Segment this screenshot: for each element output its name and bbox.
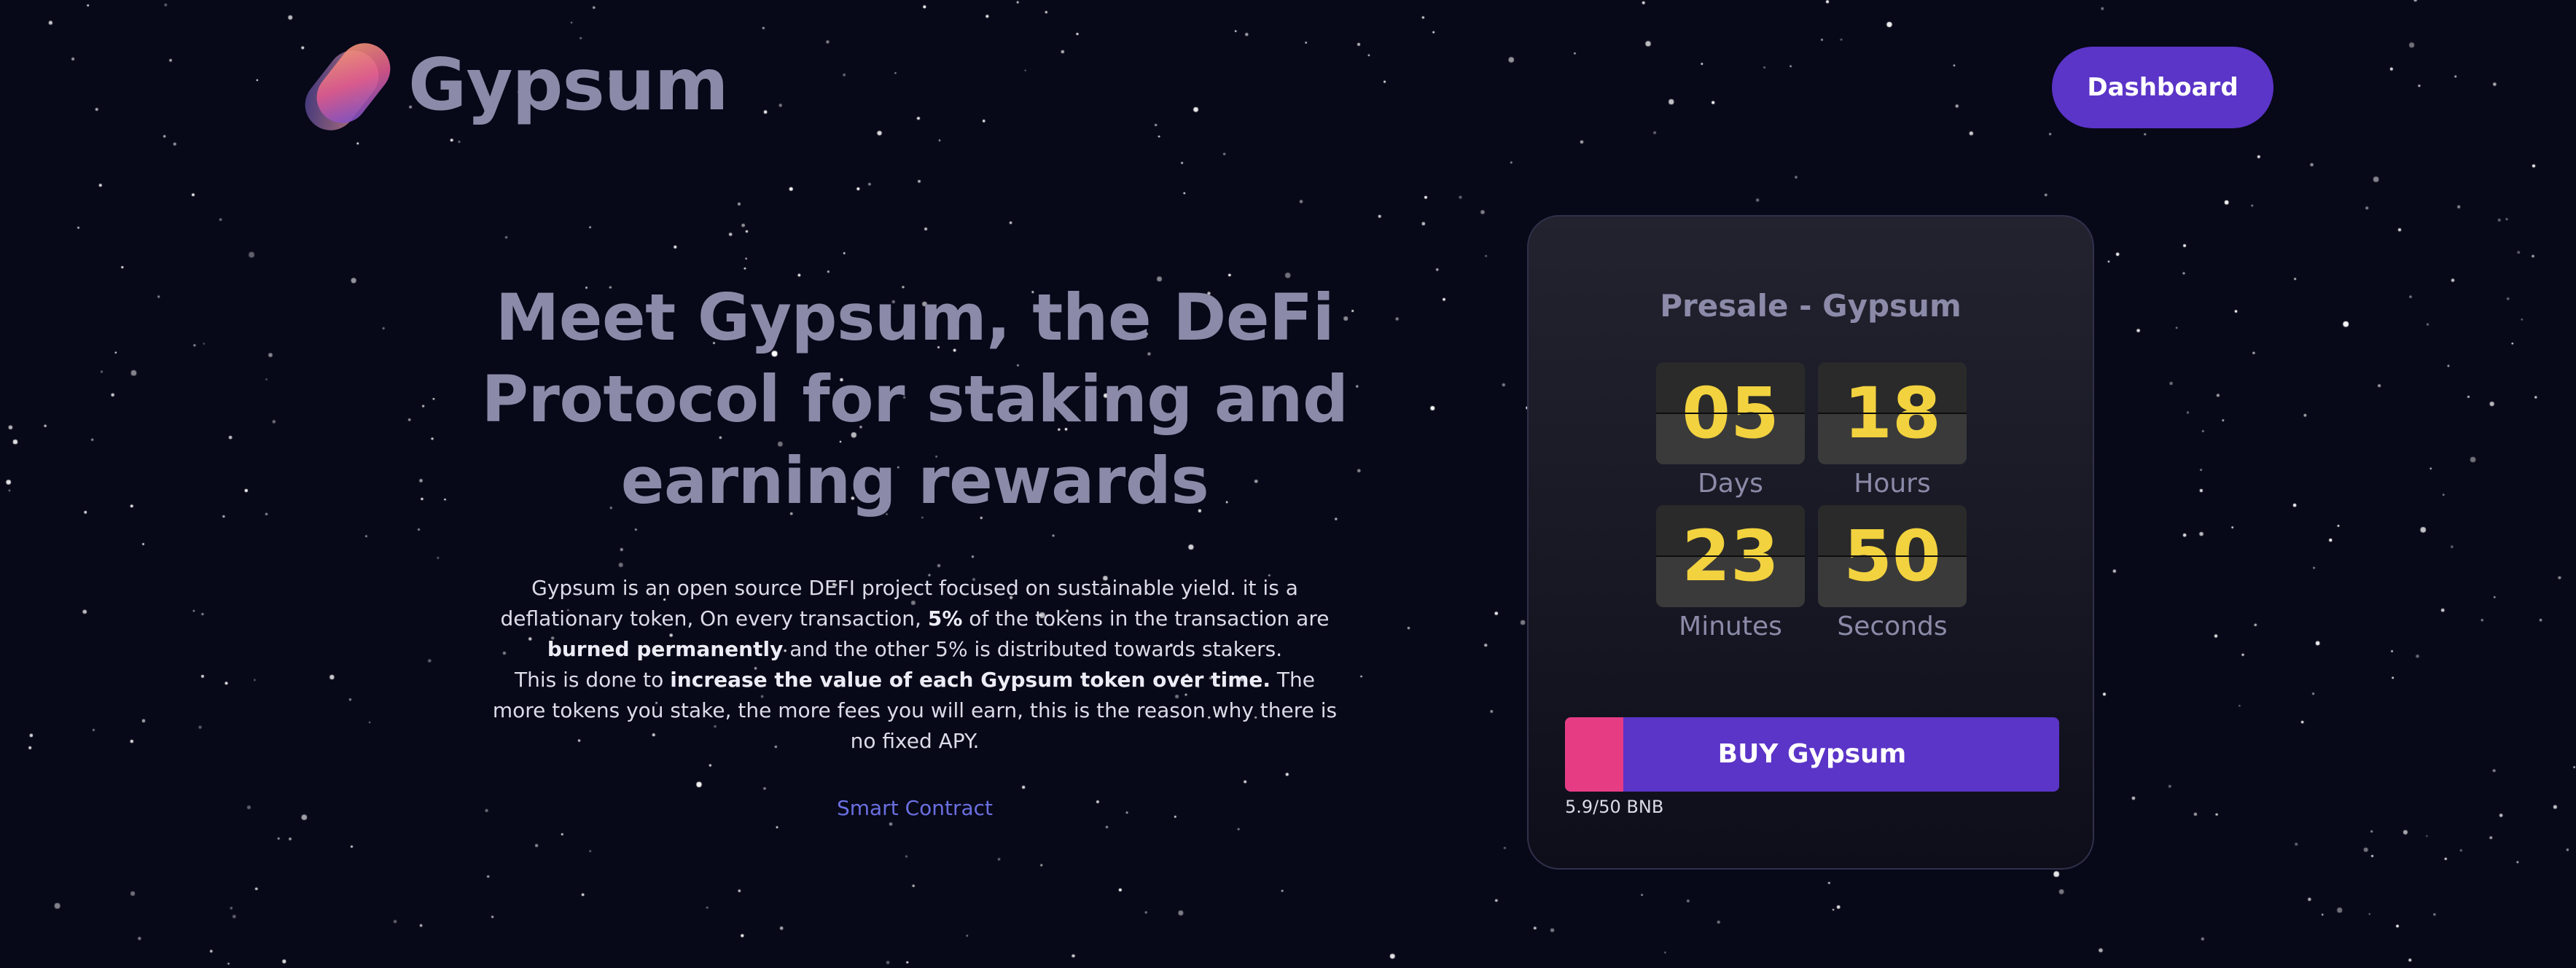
countdown-value: 50	[1843, 515, 1941, 597]
brand-logo[interactable]: Gypsum	[300, 38, 729, 133]
description-text: of the tokens in the transaction are	[962, 606, 1330, 631]
countdown-value: 18	[1843, 372, 1941, 454]
countdown-label: Minutes	[1679, 612, 1782, 641]
countdown-value: 05	[1682, 372, 1779, 454]
brand-name: Gypsum	[408, 44, 729, 127]
description-text: and the other 5% is distributed towards …	[783, 637, 1283, 661]
countdown-days: 05 Days	[1656, 362, 1805, 499]
gypsum-logo-icon	[305, 43, 391, 130]
presale-card: Presale - Gypsum 05 Days 18 Hours 23 Min…	[1527, 215, 2094, 870]
raised-amount: 5.9/50 BNB	[1565, 797, 1664, 817]
presale-title: Presale - Gypsum	[1660, 288, 1962, 324]
flip-card: 23	[1656, 505, 1805, 607]
dashboard-button[interactable]: Dashboard	[2052, 47, 2273, 128]
description-highlight: burned permanently	[547, 637, 784, 661]
countdown-value: 23	[1682, 515, 1779, 597]
site-header: Gypsum Dashboard	[0, 0, 2576, 175]
buy-button-label: BUY Gypsum	[1717, 739, 1907, 769]
description-highlight: 5%	[927, 606, 963, 631]
flip-card: 18	[1818, 362, 1967, 464]
hero-description: Gypsum is an open source DEFI project fo…	[492, 573, 1338, 757]
countdown-minutes: 23 Minutes	[1656, 505, 1805, 641]
countdown-seconds: 50 Seconds	[1818, 505, 1967, 641]
hero-title: Meet Gypsum, the DeFi Protocol for staki…	[481, 280, 1349, 518]
countdown-label: Days	[1698, 469, 1763, 499]
description-highlight: increase the value of each Gypsum token …	[670, 668, 1271, 692]
description-text: This is done to	[515, 668, 671, 692]
buy-gypsum-button[interactable]: BUY Gypsum	[1565, 717, 2059, 792]
countdown-label: Seconds	[1837, 612, 1948, 641]
hero-section: Meet Gypsum, the DeFi Protocol for staki…	[452, 277, 1378, 820]
flip-card: 05	[1656, 362, 1805, 464]
flip-card: 50	[1818, 505, 1967, 607]
countdown-hours: 18 Hours	[1818, 362, 1967, 499]
smart-contract-link[interactable]: Smart Contract	[837, 796, 993, 820]
countdown-label: Hours	[1854, 469, 1931, 499]
